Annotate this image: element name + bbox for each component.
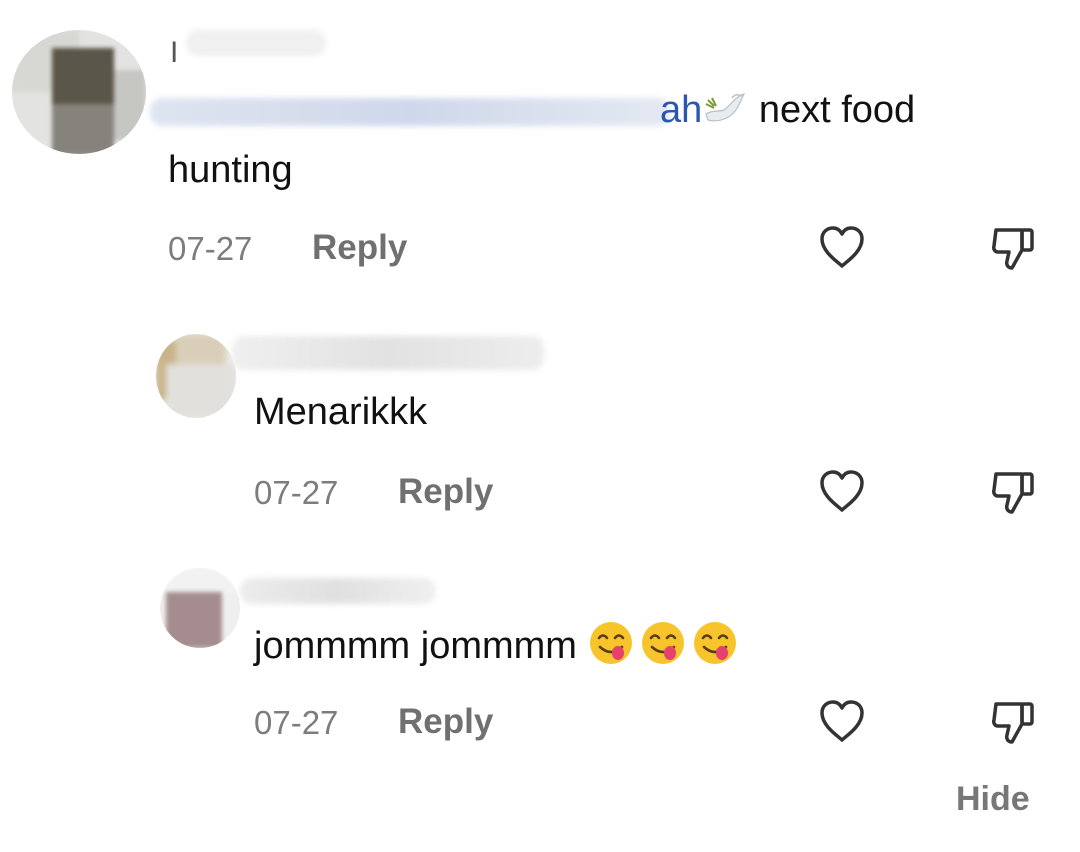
heart-outline-icon[interactable] <box>818 468 866 519</box>
mention-link[interactable]: ah <box>660 89 702 131</box>
redacted-username <box>232 336 544 370</box>
emoji-group <box>588 622 744 667</box>
comment-text: next food <box>748 89 916 131</box>
comment-date: 07-27 <box>254 474 339 511</box>
face-savoring-food-emoji <box>640 620 686 666</box>
comment-text-line2: hunting <box>168 149 293 191</box>
comment-text-row: jommmm jommmm <box>254 620 744 670</box>
reply-button[interactable]: Reply <box>398 472 493 512</box>
comment-text-line1: ah next food <box>660 88 915 134</box>
redacted-mention <box>150 98 670 126</box>
avatar[interactable] <box>156 334 236 418</box>
heart-outline-icon[interactable] <box>818 698 866 749</box>
avatar[interactable] <box>12 30 146 154</box>
comment-date: 07-27 <box>254 704 339 741</box>
face-savoring-food-emoji <box>692 620 738 666</box>
hide-replies-button[interactable]: Hide <box>956 780 1030 819</box>
thumbs-down-outline-icon[interactable] <box>990 224 1038 277</box>
reply-button[interactable]: Reply <box>398 702 493 742</box>
comment-text: jommmm jommmm <box>254 625 577 667</box>
reply-button[interactable]: Reply <box>312 228 407 268</box>
redacted-username <box>186 30 326 56</box>
redacted-username <box>240 578 436 604</box>
heart-outline-icon[interactable] <box>818 224 866 275</box>
face-savoring-food-emoji <box>588 620 634 666</box>
comment-username[interactable]: I <box>170 36 178 70</box>
comment-date: 07-27 <box>168 230 253 267</box>
avatar[interactable] <box>160 568 240 648</box>
dove-emoji <box>702 90 748 128</box>
thumbs-down-outline-icon[interactable] <box>990 698 1038 751</box>
comment-text: Menarikkk <box>254 391 428 433</box>
thumbs-down-outline-icon[interactable] <box>990 468 1038 521</box>
